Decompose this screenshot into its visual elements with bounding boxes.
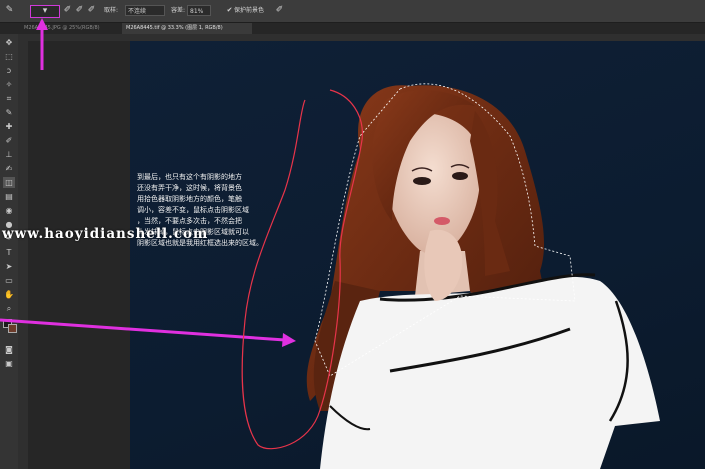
shape-tool-icon[interactable]: ▭ <box>3 275 15 286</box>
tab-tif[interactable]: M26A8445.tif @ 33.3% (图层 1, RGB/8) <box>122 23 252 34</box>
gradient-tool-icon[interactable]: ▤ <box>3 191 15 202</box>
tutorial-line: 用拾色器取阴影地方的颜色，笔触 <box>137 195 242 203</box>
type-tool-icon[interactable]: T <box>3 247 15 258</box>
portrait-photo <box>306 83 660 469</box>
move-tool-icon[interactable]: ✥ <box>3 37 15 48</box>
tab-jpg[interactable]: M26A8445.JPG @ 25%(RGB/8) <box>20 23 120 34</box>
history-brush-icon[interactable]: ✍ <box>3 163 15 174</box>
zoom-tool-icon[interactable]: ⌕ <box>3 303 15 314</box>
watermark-text: www.haoyidianshell.com <box>2 226 209 242</box>
document-canvas[interactable] <box>130 41 705 469</box>
pasteboard <box>28 41 130 469</box>
pressure-icon[interactable]: ✐ <box>274 5 285 16</box>
protect-foreground-label: 保护前景色 <box>234 7 265 14</box>
sample-label: 取样: <box>104 7 119 14</box>
toolbox: ✥ ⬚ ↄ ✧ ⌗ ✎ ✚ ✐ ⊥ ✍ ◫ ▤ ◉ ● ✒ T ➤ ▭ ✋ ⌕ … <box>0 34 19 469</box>
brush-tool-icon[interactable]: ✐ <box>3 135 15 146</box>
brush-panel-icon[interactable]: ✐ <box>62 5 73 16</box>
eyedropper-icon[interactable]: ✎ <box>3 107 15 118</box>
tutorial-line: 到最后，也只有这个有阴影的地方 <box>137 173 242 181</box>
quick-select-icon[interactable]: ✧ <box>3 79 15 90</box>
tolerance-input[interactable]: 81% <box>187 5 211 16</box>
quick-mask-icon[interactable]: ◙ <box>3 344 15 355</box>
brush-size-picker[interactable]: ▾ <box>30 5 60 18</box>
lasso-icon[interactable]: ↄ <box>3 65 15 76</box>
hand-tool-icon[interactable]: ✋ <box>3 289 15 300</box>
tolerance-label: 容差: <box>171 7 186 14</box>
sampling-continuous-icon[interactable]: ✐ <box>74 5 85 16</box>
healing-brush-icon[interactable]: ✚ <box>3 121 15 132</box>
background-color-swatch[interactable] <box>8 324 17 333</box>
path-select-icon[interactable]: ➤ <box>3 261 15 272</box>
horizontal-ruler <box>28 34 705 41</box>
tutorial-line: 还没有弄干净，这时候，将背景色 <box>137 184 242 192</box>
limits-select[interactable]: 不连续 <box>125 5 165 16</box>
options-bar: ✎ ▾ ✐ ✐ ✐ 取样: 不连续 容差: 81% ✔ 保护前景色 ✐ <box>0 0 705 23</box>
eraser-icon[interactable]: ◫ <box>3 177 15 188</box>
document-tabs: M26A8445.JPG @ 25%(RGB/8) M26A8445.tif @… <box>0 23 705 34</box>
tool-preset-icon[interactable]: ✎ <box>4 5 15 16</box>
marquee-tool-icon[interactable]: ⬚ <box>3 51 15 62</box>
tutorial-line: 调小，容差不变，鼠标点击阴影区域 <box>137 206 249 214</box>
sampling-once-icon[interactable]: ✐ <box>86 5 97 16</box>
crop-tool-icon[interactable]: ⌗ <box>3 93 15 104</box>
blur-tool-icon[interactable]: ◉ <box>3 205 15 216</box>
screen-mode-icon[interactable]: ▣ <box>3 358 15 369</box>
clone-stamp-icon[interactable]: ⊥ <box>3 149 15 160</box>
